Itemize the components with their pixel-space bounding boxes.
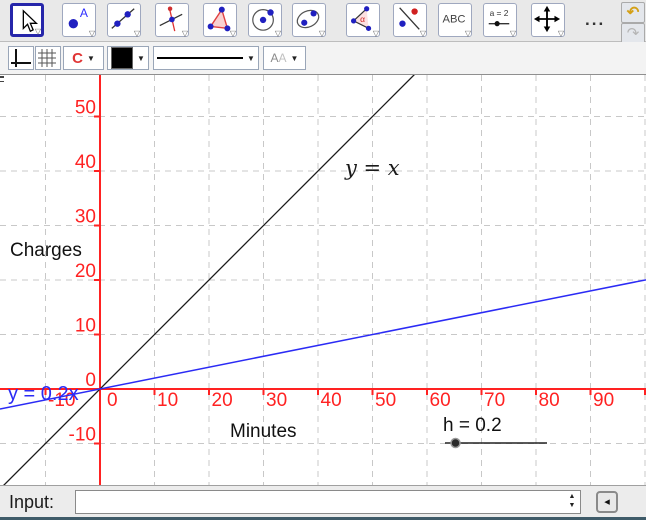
line-style-dropdown[interactable]: ▼ [153,46,259,70]
line-style-sample [157,57,243,59]
x-tick-label: 80 [539,390,560,411]
y-axis-title[interactable]: Charges [10,240,82,261]
y-tick-label: 10 [75,316,96,337]
x-tick-label: 70 [484,390,505,411]
undo-button[interactable]: ↶ [621,2,645,23]
slider-icon: a = 2 [485,5,513,33]
label-y-equals-0.2x[interactable]: y = 0.2x [8,383,79,405]
y-tick-label: 50 [75,98,96,119]
redo-icon: ↷ [627,25,640,42]
circle-tool-button[interactable]: ▽ [248,3,282,37]
perpendicular-line-tool-button[interactable]: ▽ [155,3,189,37]
svg-text:A: A [80,6,89,20]
toggle-left-icon: ◂ [604,496,610,508]
point-icon: A [64,5,92,33]
move-pointer-tool-button[interactable]: ▽ [10,3,44,37]
input-bar: Input: ▲ ▼ ◂ [0,485,646,517]
angle-icon: α [348,5,376,33]
tool-dropdown-icon[interactable]: ▽ [373,30,379,38]
color-swatch-black [111,47,133,69]
angle-tool-button[interactable]: α ▽ [346,3,380,37]
grid-icon [36,47,60,69]
x-tick-label: 50 [375,390,396,411]
font-style-dropdown[interactable]: AA ▼ [263,46,306,70]
svg-text:ABC: ABC [442,14,465,26]
move-arrows-icon [533,5,561,33]
graph-canvas: -100102030405060708090-1001020304050 y =… [0,75,646,485]
x-tick-label: 60 [430,390,451,411]
graphics-view[interactable]: -100102030405060708090-1001020304050 y =… [0,75,646,485]
tick-label-layer: -100102030405060708090-1001020304050 [48,98,614,446]
point-capturing-icon: C [72,50,83,67]
ellipse-tool-button[interactable]: ▽ [292,3,326,37]
x-tick-label: 0 [107,390,118,411]
text-abc-icon: ABC [440,5,468,33]
spinner-up-icon[interactable]: ▲ [566,492,578,501]
redo-button[interactable]: ↷ [621,23,645,44]
reflect-tool-button[interactable]: ▽ [393,3,427,37]
x-axis-title[interactable]: Minutes [230,421,297,442]
spinner-down-icon[interactable]: ▼ [566,501,578,510]
text-tool-button[interactable]: ABC ▽ [438,3,472,37]
y-tick-label: 0 [85,370,96,391]
tool-dropdown-icon[interactable]: ▽ [182,30,188,38]
svg-text:α: α [360,14,365,24]
svg-text:a = 2: a = 2 [490,8,509,18]
y-tick-label: -10 [69,425,96,446]
slider-label[interactable]: h = 0.2 [443,415,502,436]
more-tools-button[interactable]: ... [585,10,605,30]
tool-dropdown-icon[interactable]: ▽ [230,30,236,38]
tool-dropdown-icon[interactable]: ▽ [510,30,516,38]
input-help-toggle-button[interactable]: ◂ [596,491,618,513]
tool-dropdown-icon[interactable]: ▽ [558,30,564,38]
slider-tool-button[interactable]: a = 2 ▽ [483,3,517,37]
slider-knob[interactable] [451,439,460,448]
point-capturing-dropdown[interactable]: C ▼ [63,46,104,70]
caret-down-icon: ▼ [247,54,255,63]
algebra-input-field[interactable] [75,490,581,514]
circle-icon [250,5,278,33]
caret-down-icon: ▼ [291,54,299,63]
tool-dropdown-icon[interactable]: ▽ [89,30,95,38]
reflect-icon [395,5,423,33]
line-icon [109,5,137,33]
x-tick-label: 90 [593,390,614,411]
label-y-equals-x[interactable]: y = x [344,156,400,180]
axes-icon [9,47,33,69]
tool-dropdown-icon[interactable]: ▽ [35,28,41,36]
x-tick-label: 30 [266,390,287,411]
tool-dropdown-icon[interactable]: ▽ [465,30,471,38]
font-size-icon: AA [271,51,287,65]
caret-down-icon: ▼ [87,54,95,63]
show-axes-button[interactable] [8,46,34,70]
color-dropdown[interactable]: ▼ [107,46,149,70]
tool-dropdown-icon[interactable]: ▽ [420,30,426,38]
line-tool-button[interactable]: ▽ [107,3,141,37]
caret-down-icon: ▼ [137,54,145,63]
ellipse-icon [294,5,322,33]
point-tool-button[interactable]: A ▽ [62,3,96,37]
input-history-spinner[interactable]: ▲ ▼ [566,492,578,512]
tool-dropdown-icon[interactable]: ▽ [319,30,325,38]
x-tick-label: 40 [321,390,342,411]
style-bar: C ▼ ▼ ▼ AA ▼ [0,42,646,75]
main-toolbar: ▽ A ▽ ▽ ▽ ▽ [0,0,646,42]
tool-dropdown-icon[interactable]: ▽ [275,30,281,38]
tool-dropdown-icon[interactable]: ▽ [134,30,140,38]
polygon-tool-button[interactable]: ▽ [203,3,237,37]
show-grid-button[interactable] [35,46,61,70]
y-tick-label: 30 [75,207,96,228]
x-tick-label: 10 [157,390,178,411]
polygon-icon [205,5,233,33]
move-graphics-tool-button[interactable]: ▽ [531,3,565,37]
x-tick-label: 20 [212,390,233,411]
perpendicular-line-icon [157,5,185,33]
input-label: Input: [9,492,54,513]
y-tick-label: 20 [75,261,96,282]
panel-divider-grip[interactable] [0,76,4,82]
y-tick-label: 40 [75,152,96,173]
undo-icon: ↶ [627,4,640,21]
